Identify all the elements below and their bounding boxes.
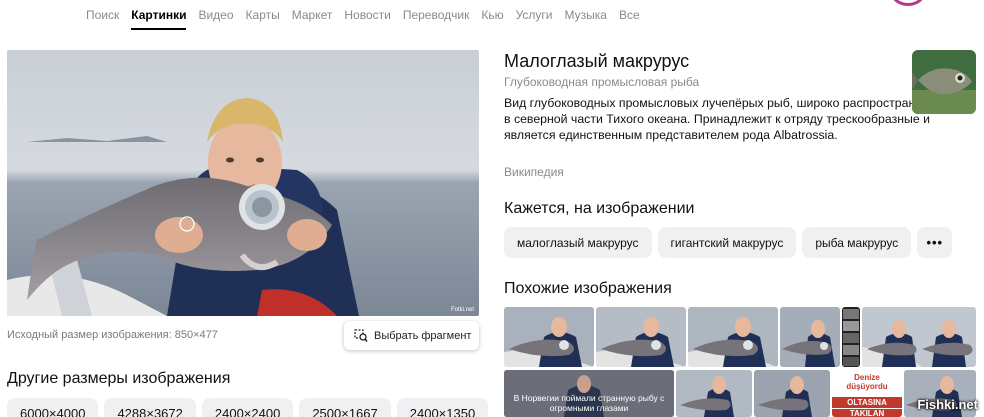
similar-image[interactable] [842, 307, 860, 367]
more-tags-button[interactable]: ••• [917, 227, 953, 258]
nav-item-news[interactable]: Новости [344, 0, 390, 30]
seems-title: Кажется, на изображении [504, 200, 695, 217]
similar-title: Похожие изображения [504, 280, 672, 297]
nav-item-q[interactable]: Кью [481, 0, 503, 30]
select-fragment-button[interactable]: Выбрать фрагмент [344, 321, 479, 350]
site-watermark: Fishki.net [917, 397, 978, 412]
nav-item-music[interactable]: Музыка [565, 0, 607, 30]
entity-subtitle: Глубоководная промысловая рыба [504, 75, 700, 89]
tag-chip[interactable]: гигантский макрурус [657, 227, 797, 258]
more-dots-icon: ••• [926, 235, 944, 250]
similar-image-with-caption[interactable]: В Норвегии поймали странную рыбу с огром… [504, 370, 674, 417]
similar-image[interactable] [676, 370, 752, 417]
red-line-1: Denize [854, 373, 880, 382]
similar-image[interactable] [688, 307, 778, 367]
red-line-2: düşüyordu [846, 382, 888, 391]
entity-description: Вид глубоководных промысловых лучепёрых … [504, 96, 951, 142]
profile-avatar[interactable] [890, 0, 926, 6]
nav-item-maps[interactable]: Карты [246, 0, 280, 30]
top-nav: Поиск Картинки Видео Карты Маркет Новост… [86, 0, 652, 30]
nav-item-images[interactable]: Картинки [131, 0, 187, 30]
similar-grid: В Норвегии поймали странную рыбу с огром… [504, 307, 976, 417]
similar-image[interactable] [862, 307, 976, 367]
nav-item-translator[interactable]: Переводчик [403, 0, 470, 30]
image-credit: Fotki.net [450, 307, 474, 313]
tag-chip[interactable]: малоглазый макрурус [504, 227, 652, 258]
red-line-3: OLTASINA [832, 397, 902, 408]
similar-image[interactable] [596, 307, 686, 367]
similar-image[interactable] [754, 370, 830, 417]
nav-item-services[interactable]: Услуги [516, 0, 553, 30]
crop-search-icon [354, 328, 368, 343]
size-chip[interactable]: 2500×1667 [299, 398, 391, 417]
select-fragment-label: Выбрать фрагмент [374, 329, 472, 342]
tag-chip[interactable]: рыба макрурус [802, 227, 912, 258]
size-chip[interactable]: 6000×4000 [7, 398, 99, 417]
fisherman-photo [7, 50, 479, 316]
size-chip[interactable]: 2400×1350 [396, 398, 489, 417]
entity-source-link[interactable]: Википедия [504, 165, 564, 179]
red-line-4: TAKILAN [832, 409, 902, 417]
similar-caption: В Норвегии поймали странную рыбу с огром… [513, 393, 665, 413]
tag-list: малоглазый макрурус гигантский макрурус … [504, 227, 953, 258]
entity-thumbnail[interactable] [912, 50, 976, 114]
main-image[interactable]: Fotki.net [7, 50, 479, 316]
size-chip[interactable]: 2400×2400 [201, 398, 294, 417]
similar-image[interactable] [780, 307, 840, 367]
nav-item-all[interactable]: Все [619, 0, 640, 30]
nav-item-search[interactable]: Поиск [86, 0, 119, 30]
source-size-text: Исходный размер изображения: 850×477 [7, 329, 218, 341]
size-chip[interactable]: 4288×3672 [104, 398, 196, 417]
similar-image[interactable] [504, 307, 594, 367]
nav-item-market[interactable]: Маркет [292, 0, 333, 30]
entity-title[interactable]: Малоглазый макрурус [504, 51, 689, 72]
similar-image-red-text[interactable]: Denize düşüyordu OLTASINA TAKILAN [832, 370, 902, 417]
other-sizes-title: Другие размеры изображения [7, 370, 231, 387]
nav-item-video[interactable]: Видео [198, 0, 233, 30]
size-chips: 6000×4000 4288×3672 2400×2400 2500×1667 … [7, 398, 494, 417]
